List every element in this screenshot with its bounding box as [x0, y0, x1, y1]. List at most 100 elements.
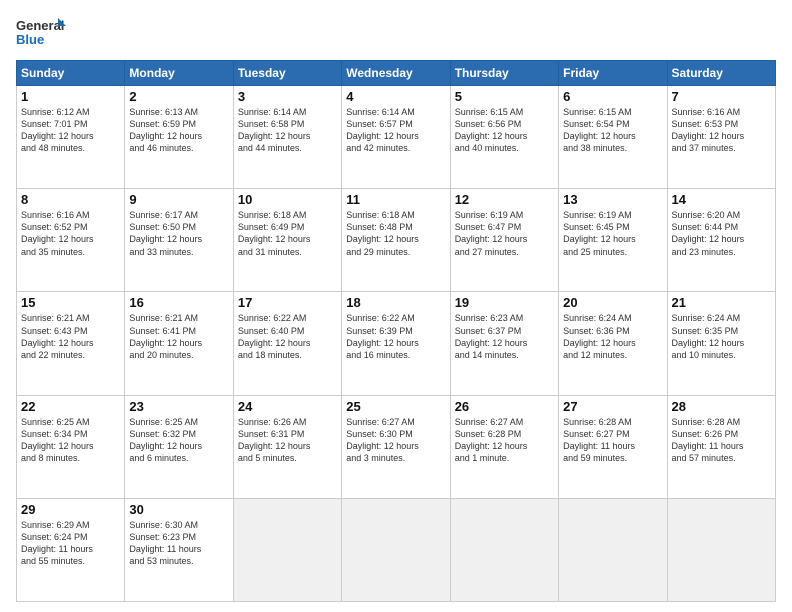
cell-info: Sunrise: 6:24 AMSunset: 6:35 PMDaylight:…: [672, 312, 771, 361]
day-number: 10: [238, 192, 337, 207]
day-number: 23: [129, 399, 228, 414]
day-header-tuesday: Tuesday: [233, 61, 341, 86]
svg-text:General: General: [16, 18, 64, 33]
cell-info: Sunrise: 6:21 AMSunset: 6:41 PMDaylight:…: [129, 312, 228, 361]
calendar-cell: [233, 498, 341, 601]
cell-info: Sunrise: 6:28 AMSunset: 6:26 PMDaylight:…: [672, 416, 771, 465]
calendar-week-3: 22Sunrise: 6:25 AMSunset: 6:34 PMDayligh…: [17, 395, 776, 498]
calendar-cell: 22Sunrise: 6:25 AMSunset: 6:34 PMDayligh…: [17, 395, 125, 498]
day-number: 29: [21, 502, 120, 517]
calendar-cell: 13 Sunrise: 6:19 AMSunset: 6:45 PMDayligh…: [559, 189, 667, 292]
day-number: 22: [21, 399, 120, 414]
page: General Blue SundayMondayTuesdayWednesda…: [0, 0, 792, 612]
calendar-cell: 1Sunrise: 6:12 AMSunset: 7:01 PMDaylight…: [17, 86, 125, 189]
day-header-saturday: Saturday: [667, 61, 775, 86]
cell-info: Sunrise: 6:22 AMSunset: 6:39 PMDaylight:…: [346, 312, 445, 361]
calendar-cell: 15 Sunrise: 6:21 AMSunset: 6:43 PMDayligh…: [17, 292, 125, 395]
cell-info: Sunrise: 6:14 AMSunset: 6:58 PMDaylight:…: [238, 106, 337, 155]
svg-text:Blue: Blue: [16, 32, 44, 47]
day-number: 6: [563, 89, 662, 104]
calendar-cell: 9 Sunrise: 6:17 AMSunset: 6:50 PMDaylight…: [125, 189, 233, 292]
calendar-week-4: 29 Sunrise: 6:29 AMSunset: 6:24 PMDayligh…: [17, 498, 776, 601]
day-number: 18: [346, 295, 445, 310]
calendar-week-2: 15 Sunrise: 6:21 AMSunset: 6:43 PMDayligh…: [17, 292, 776, 395]
day-number: 7: [672, 89, 771, 104]
calendar-cell: 25 Sunrise: 6:27 AMSunset: 6:30 PMDayligh…: [342, 395, 450, 498]
day-number: 17: [238, 295, 337, 310]
calendar-header-row: SundayMondayTuesdayWednesdayThursdayFrid…: [17, 61, 776, 86]
calendar-cell: [667, 498, 775, 601]
calendar-cell: 6Sunrise: 6:15 AMSunset: 6:54 PMDaylight…: [559, 86, 667, 189]
cell-info: Sunrise: 6:14 AMSunset: 6:57 PMDaylight:…: [346, 106, 445, 155]
calendar-cell: [559, 498, 667, 601]
cell-info: Sunrise: 6:20 AMSunset: 6:44 PMDaylight:…: [672, 209, 771, 258]
header: General Blue: [16, 16, 776, 52]
cell-info: Sunrise: 6:18 AMSunset: 6:49 PMDaylight:…: [238, 209, 337, 258]
day-header-friday: Friday: [559, 61, 667, 86]
calendar-cell: 18 Sunrise: 6:22 AMSunset: 6:39 PMDayligh…: [342, 292, 450, 395]
day-number: 9: [129, 192, 228, 207]
calendar-cell: 10 Sunrise: 6:18 AMSunset: 6:49 PMDayligh…: [233, 189, 341, 292]
cell-info: Sunrise: 6:13 AMSunset: 6:59 PMDaylight:…: [129, 106, 228, 155]
day-number: 2: [129, 89, 228, 104]
calendar-cell: 14 Sunrise: 6:20 AMSunset: 6:44 PMDayligh…: [667, 189, 775, 292]
calendar-week-0: 1Sunrise: 6:12 AMSunset: 7:01 PMDaylight…: [17, 86, 776, 189]
cell-info: Sunrise: 6:22 AMSunset: 6:40 PMDaylight:…: [238, 312, 337, 361]
day-number: 19: [455, 295, 554, 310]
cell-info: Sunrise: 6:26 AMSunset: 6:31 PMDaylight:…: [238, 416, 337, 465]
day-number: 12: [455, 192, 554, 207]
day-header-sunday: Sunday: [17, 61, 125, 86]
day-number: 26: [455, 399, 554, 414]
calendar-cell: 19 Sunrise: 6:23 AMSunset: 6:37 PMDayligh…: [450, 292, 558, 395]
calendar-table: SundayMondayTuesdayWednesdayThursdayFrid…: [16, 60, 776, 602]
day-number: 14: [672, 192, 771, 207]
calendar-cell: 29 Sunrise: 6:29 AMSunset: 6:24 PMDayligh…: [17, 498, 125, 601]
day-number: 13: [563, 192, 662, 207]
cell-info: Sunrise: 6:27 AMSunset: 6:30 PMDaylight:…: [346, 416, 445, 465]
calendar-cell: 30Sunrise: 6:30 AMSunset: 6:23 PMDayligh…: [125, 498, 233, 601]
cell-info: Sunrise: 6:15 AMSunset: 6:56 PMDaylight:…: [455, 106, 554, 155]
calendar-cell: 26 Sunrise: 6:27 AMSunset: 6:28 PMDayligh…: [450, 395, 558, 498]
day-number: 8: [21, 192, 120, 207]
calendar-cell: [342, 498, 450, 601]
cell-info: Sunrise: 6:19 AMSunset: 6:45 PMDaylight:…: [563, 209, 662, 258]
day-number: 25: [346, 399, 445, 414]
calendar-cell: 21Sunrise: 6:24 AMSunset: 6:35 PMDayligh…: [667, 292, 775, 395]
calendar-cell: 23 Sunrise: 6:25 AMSunset: 6:32 PMDayligh…: [125, 395, 233, 498]
calendar-cell: 12Sunrise: 6:19 AMSunset: 6:47 PMDayligh…: [450, 189, 558, 292]
calendar-cell: 28 Sunrise: 6:28 AMSunset: 6:26 PMDayligh…: [667, 395, 775, 498]
cell-info: Sunrise: 6:23 AMSunset: 6:37 PMDaylight:…: [455, 312, 554, 361]
day-number: 1: [21, 89, 120, 104]
cell-info: Sunrise: 6:30 AMSunset: 6:23 PMDaylight:…: [129, 519, 228, 568]
day-number: 15: [21, 295, 120, 310]
calendar-cell: 4 Sunrise: 6:14 AMSunset: 6:57 PMDaylight…: [342, 86, 450, 189]
calendar-cell: 8 Sunrise: 6:16 AMSunset: 6:52 PMDaylight…: [17, 189, 125, 292]
day-header-thursday: Thursday: [450, 61, 558, 86]
day-number: 4: [346, 89, 445, 104]
cell-info: Sunrise: 6:18 AMSunset: 6:48 PMDaylight:…: [346, 209, 445, 258]
cell-info: Sunrise: 6:21 AMSunset: 6:43 PMDaylight:…: [21, 312, 120, 361]
calendar-cell: 16Sunrise: 6:21 AMSunset: 6:41 PMDayligh…: [125, 292, 233, 395]
calendar-cell: 17 Sunrise: 6:22 AMSunset: 6:40 PMDayligh…: [233, 292, 341, 395]
cell-info: Sunrise: 6:29 AMSunset: 6:24 PMDaylight:…: [21, 519, 120, 568]
day-number: 20: [563, 295, 662, 310]
calendar-cell: 3 Sunrise: 6:14 AMSunset: 6:58 PMDaylight…: [233, 86, 341, 189]
cell-info: Sunrise: 6:24 AMSunset: 6:36 PMDaylight:…: [563, 312, 662, 361]
day-number: 24: [238, 399, 337, 414]
calendar-cell: 20 Sunrise: 6:24 AMSunset: 6:36 PMDayligh…: [559, 292, 667, 395]
calendar-cell: 7Sunrise: 6:16 AMSunset: 6:53 PMDaylight…: [667, 86, 775, 189]
cell-info: Sunrise: 6:17 AMSunset: 6:50 PMDaylight:…: [129, 209, 228, 258]
calendar-week-1: 8 Sunrise: 6:16 AMSunset: 6:52 PMDaylight…: [17, 189, 776, 292]
day-number: 28: [672, 399, 771, 414]
cell-info: Sunrise: 6:25 AMSunset: 6:32 PMDaylight:…: [129, 416, 228, 465]
cell-info: Sunrise: 6:28 AMSunset: 6:27 PMDaylight:…: [563, 416, 662, 465]
cell-info: Sunrise: 6:27 AMSunset: 6:28 PMDaylight:…: [455, 416, 554, 465]
logo-svg: General Blue: [16, 16, 66, 52]
day-header-monday: Monday: [125, 61, 233, 86]
day-number: 27: [563, 399, 662, 414]
calendar-cell: 24 Sunrise: 6:26 AMSunset: 6:31 PMDayligh…: [233, 395, 341, 498]
calendar-cell: 5 Sunrise: 6:15 AMSunset: 6:56 PMDaylight…: [450, 86, 558, 189]
day-number: 3: [238, 89, 337, 104]
cell-info: Sunrise: 6:16 AMSunset: 6:52 PMDaylight:…: [21, 209, 120, 258]
day-number: 5: [455, 89, 554, 104]
